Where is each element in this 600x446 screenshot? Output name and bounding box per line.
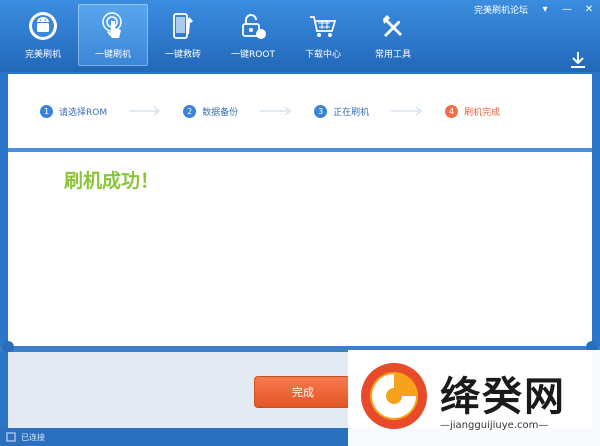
touch-icon — [97, 10, 129, 42]
android-icon — [27, 10, 59, 42]
nav-item-perfect-flash[interactable]: 完美刷机 — [8, 4, 78, 66]
menu-dropdown-icon[interactable]: ▾ — [534, 1, 556, 17]
nav-item-one-click-flash[interactable]: 一键刷机 — [78, 4, 148, 66]
step-number: 2 — [183, 104, 197, 118]
nav-label: 下载中心 — [304, 50, 341, 60]
watermark-url: —jiangguijiuye.com— — [440, 420, 549, 431]
finish-button[interactable]: 完成 — [254, 376, 352, 408]
cart-icon — [307, 10, 339, 42]
window-title[interactable]: 完美刷机论坛 — [474, 3, 528, 16]
watermark-name: 绛癸网 — [440, 374, 566, 420]
content-panel: 刷机成功！ — [8, 152, 592, 348]
tools-icon — [377, 10, 409, 42]
success-message: 刷机成功！ — [64, 170, 160, 192]
step-complete: 4 刷机完成 — [445, 104, 501, 118]
minimize-icon[interactable]: — — [556, 1, 578, 17]
step-number: 1 — [40, 104, 53, 118]
top-bar: 完美刷机 一键刷机 一键救砖 一键ROOT 下载中心 常用工具 完美刷机论坛 ▾… — [0, 0, 600, 72]
step-label: 正在刷机 — [333, 107, 370, 118]
status-text: 已连接 — [21, 432, 45, 442]
phone-repair-icon — [167, 10, 199, 42]
window-controls: 完美刷机论坛 ▾ — ✕ — [474, 0, 600, 18]
arrow-right-icon — [391, 106, 423, 116]
nav-label: 一键ROOT — [231, 50, 275, 60]
progress-steps: 1 请选择ROM 2 数据备份 3 正在刷机 4 刷机完成 — [8, 74, 592, 148]
step-label: 刷机完成 — [464, 107, 501, 118]
arrow-right-icon — [129, 106, 161, 116]
main-nav: 完美刷机 一键刷机 一键救砖 一键ROOT 下载中心 常用工具 — [8, 4, 428, 66]
step-number: 3 — [314, 104, 328, 118]
unlock-icon — [237, 10, 269, 42]
nav-label: 完美刷机 — [24, 50, 61, 60]
step-label: 请选择ROM — [59, 107, 108, 118]
step-backup: 2 数据备份 — [183, 104, 239, 118]
step-number: 4 — [445, 104, 459, 118]
watermark-logo-icon — [361, 363, 427, 429]
nav-item-root[interactable]: 一键ROOT — [218, 4, 288, 66]
nav-label: 一键刷机 — [94, 50, 131, 60]
nav-label: 常用工具 — [374, 50, 411, 60]
step-flashing: 3 正在刷机 — [314, 104, 370, 118]
watermark: 绛癸网 —jiangguijiuye.com— — [348, 350, 600, 446]
app-window: 完美刷机 一键刷机 一键救砖 一键ROOT 下载中心 常用工具 完美刷机论坛 ▾… — [0, 0, 600, 446]
step-label: 数据备份 — [202, 107, 239, 118]
close-icon[interactable]: ✕ — [578, 1, 600, 17]
nav-item-download-center[interactable]: 下载中心 — [288, 4, 358, 66]
arrow-right-icon — [260, 106, 292, 116]
nav-item-tools[interactable]: 常用工具 — [358, 4, 428, 66]
step-select-rom: 1 请选择ROM — [40, 104, 108, 118]
connection-icon — [6, 432, 16, 442]
nav-item-unbrick[interactable]: 一键救砖 — [148, 4, 218, 66]
nav-label: 一键救砖 — [164, 50, 201, 60]
download-icon[interactable] — [568, 50, 588, 70]
